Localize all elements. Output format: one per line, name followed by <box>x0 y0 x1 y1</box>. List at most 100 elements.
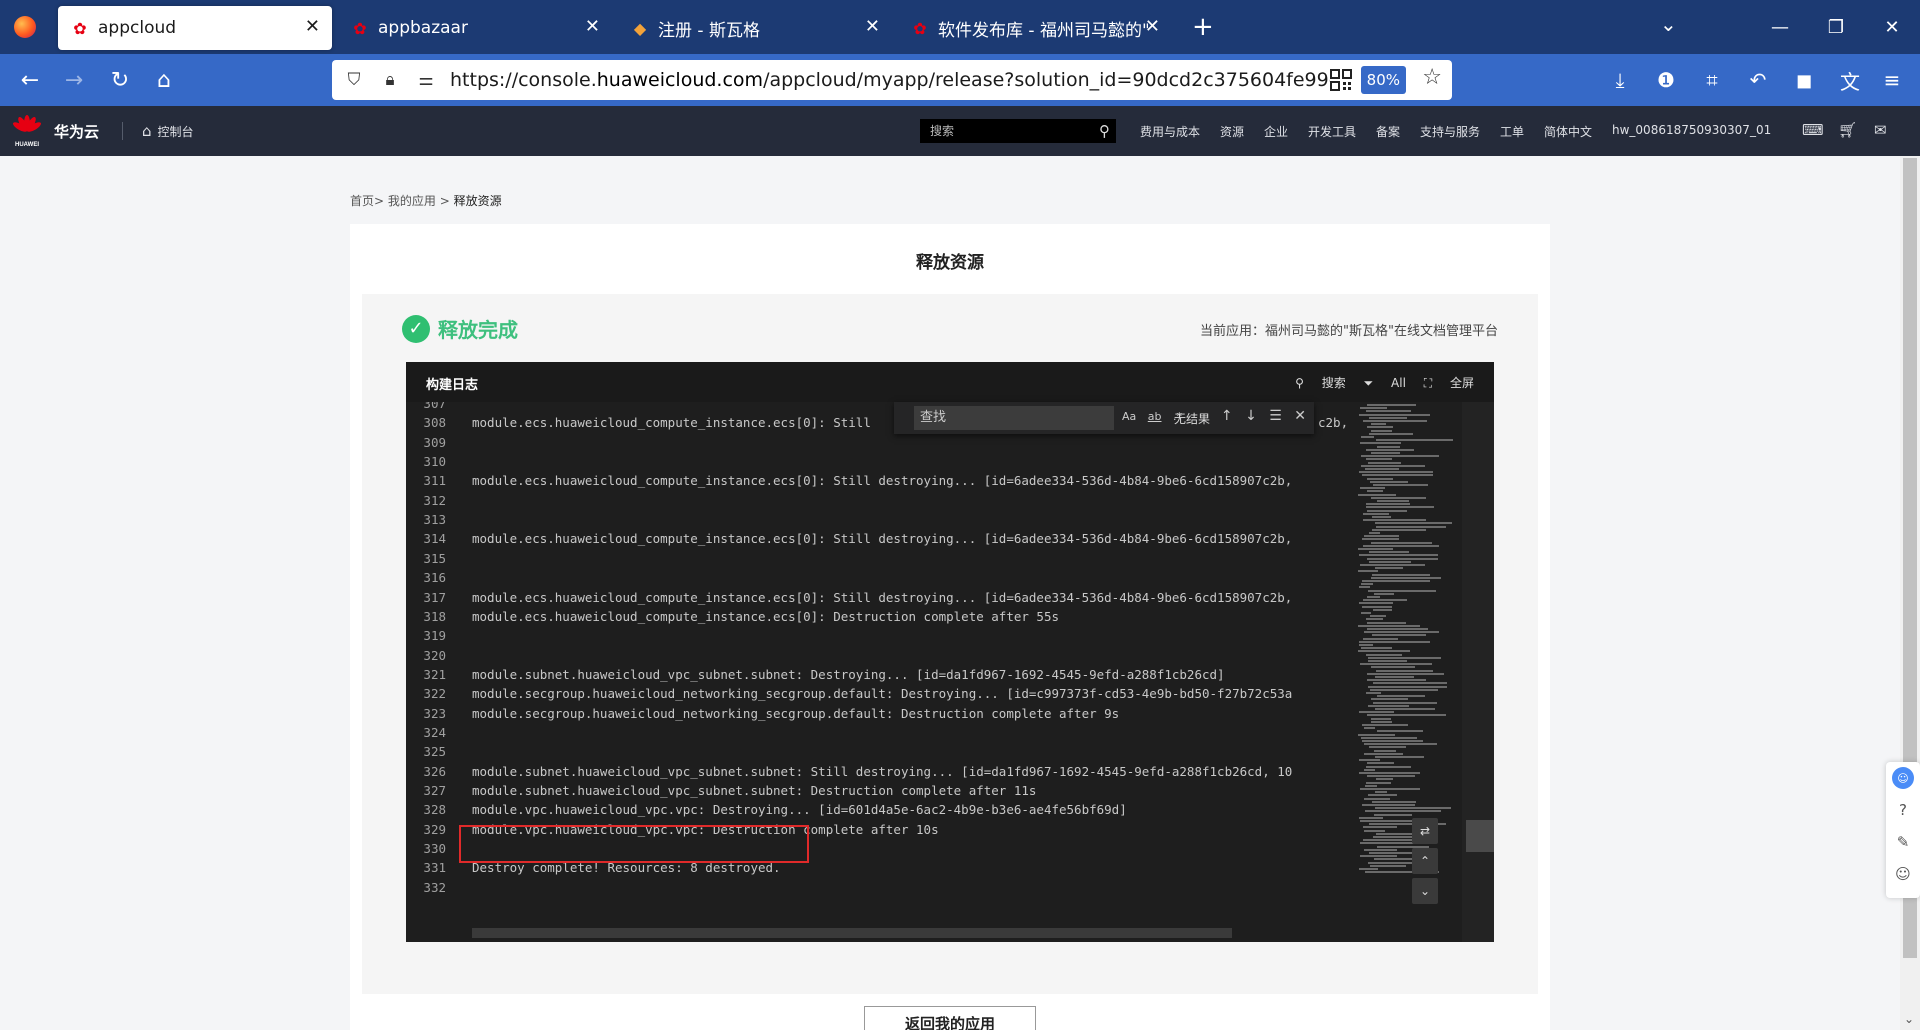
minimap-line <box>1359 711 1394 714</box>
minimap-line <box>1366 765 1411 768</box>
minimap-line <box>1359 471 1433 474</box>
tab-appcloud[interactable]: ✿ appcloud ✕ <box>58 6 332 50</box>
menu-account[interactable]: hw_008618750930307_01 <box>1612 123 1771 137</box>
breadcrumb-home[interactable]: 首页> <box>350 194 384 208</box>
huawei-logo-icon[interactable]: HUAWEI <box>12 114 42 148</box>
customer-service-icon[interactable]: ☺ <box>1886 762 1920 794</box>
line-number: 326 <box>423 763 446 779</box>
shield-icon[interactable]: ⛉ <box>340 66 368 94</box>
help-icon[interactable]: ? <box>1886 794 1920 826</box>
minimap-line <box>1375 807 1451 810</box>
log-fullscreen-button[interactable]: ⛶ 全屏 <box>1424 376 1474 390</box>
log-line: 309 <box>406 435 1346 454</box>
menu-resources[interactable]: 资源 <box>1220 123 1244 140</box>
minimap-line <box>1367 509 1407 512</box>
menu-support[interactable]: 支持与服务 <box>1420 123 1480 140</box>
menu-language[interactable]: 简体中文 <box>1544 123 1592 140</box>
smile-icon[interactable]: ☺ <box>1886 858 1920 890</box>
log-scrollbar-thumb[interactable] <box>1466 820 1494 852</box>
screenshot-crop-icon[interactable]: ⌗ <box>1696 64 1728 96</box>
page-scrollbar[interactable]: ⌄ <box>1900 156 1920 1030</box>
log-filter-button[interactable]: ⏷ All <box>1364 376 1406 390</box>
menu-billing[interactable]: 费用与成本 <box>1140 123 1200 140</box>
close-find-icon[interactable]: ✕ <box>1294 408 1306 424</box>
restore-icon[interactable]: ❐ <box>1808 0 1864 54</box>
minimap-line <box>1368 660 1407 662</box>
close-icon[interactable]: ✕ <box>1145 17 1160 37</box>
minimap-line <box>1358 570 1378 573</box>
mail-icon[interactable]: ✉ <box>1874 121 1887 139</box>
menu-enterprise[interactable]: 企业 <box>1264 123 1288 140</box>
reload-icon[interactable]: ↻ <box>104 64 136 96</box>
close-icon[interactable]: ✕ <box>585 17 600 37</box>
wrap-toggle-icon[interactable]: ⇄ <box>1412 818 1438 844</box>
find-input[interactable]: 查找 <box>914 406 1114 430</box>
window-close-icon[interactable]: ✕ <box>1864 0 1920 54</box>
minimap-line <box>1366 692 1381 694</box>
feedback-icon[interactable]: ✎ <box>1886 826 1920 858</box>
log-search-button[interactable]: ⚲ 搜索 <box>1295 376 1346 390</box>
lock-icon[interactable]: 🔒︎ <box>376 66 404 94</box>
check-circle-icon: ✓ <box>402 314 430 343</box>
brand-name[interactable]: 华为云 <box>54 121 99 142</box>
url-text[interactable]: https://console.huaweicloud.com/appcloud… <box>450 69 1330 91</box>
minimap-line <box>1371 496 1426 499</box>
minimap-line <box>1374 749 1396 752</box>
scroll-down-icon[interactable]: ⌄ <box>1412 878 1438 904</box>
scroll-down-icon[interactable]: ⌄ <box>1904 1012 1914 1026</box>
password-manager-icon[interactable]: ❶ <box>1650 64 1682 96</box>
release-status: ✓ 释放完成 <box>402 314 518 343</box>
address-bar[interactable]: ⛉ 🔒︎ ⚌ https://console.huaweicloud.com/a… <box>332 60 1452 100</box>
line-number: 329 <box>423 821 446 837</box>
permissions-icon[interactable]: ⚌ <box>412 66 440 94</box>
translate-icon[interactable]: 文 <box>1834 64 1866 96</box>
qr-code-icon[interactable] <box>1330 69 1352 91</box>
minimize-icon[interactable]: — <box>1752 0 1808 54</box>
terminal-icon[interactable]: ⌨ <box>1802 121 1824 139</box>
bookmark-star-icon[interactable]: ☆ <box>1422 65 1442 90</box>
console-link[interactable]: ⌂ 控制台 <box>142 122 194 140</box>
log-line: 315 <box>406 551 1346 570</box>
tab-appbazaar[interactable]: ✿ appbazaar ✕ <box>338 6 612 50</box>
minimap-line <box>1360 788 1420 790</box>
close-icon[interactable]: ✕ <box>305 17 320 37</box>
minimap-line <box>1377 695 1425 698</box>
forward-icon[interactable]: → <box>58 64 90 96</box>
tab-software-release[interactable]: ✿ 软件发布库 - 福州司马懿的"斯瓦 ✕ <box>898 6 1172 50</box>
menu-tickets[interactable]: 工单 <box>1500 123 1524 140</box>
minimap-line <box>1371 698 1408 701</box>
home-icon[interactable]: ⌂ <box>148 64 180 96</box>
minimap-line <box>1361 436 1374 438</box>
tab-swagger-register[interactable]: ◆ 注册 - 斯瓦格 ✕ <box>618 6 892 50</box>
search-icon[interactable]: ⚲ <box>1099 119 1110 143</box>
zoom-level-badge[interactable]: 80% <box>1360 66 1406 94</box>
back-to-my-apps-button[interactable]: 返回我的应用 <box>864 1006 1036 1030</box>
previous-match-icon[interactable]: ↑ <box>1221 408 1233 424</box>
firefox-icon[interactable] <box>0 0 50 54</box>
minimap-line <box>1360 407 1387 410</box>
close-icon[interactable]: ✕ <box>865 17 880 37</box>
log-horizontal-scrollbar[interactable] <box>472 928 1232 938</box>
menu-dev-tools[interactable]: 开发工具 <box>1308 123 1356 140</box>
code-minimap[interactable] <box>1350 402 1462 902</box>
download-icon[interactable]: ⤓ <box>1604 64 1636 96</box>
minimap-line <box>1364 631 1439 634</box>
tab-list-chevron-icon[interactable]: ⌄ <box>1660 12 1677 36</box>
header-search-input[interactable]: 搜索 ⚲ <box>920 119 1116 143</box>
match-case-icon[interactable]: Aa <box>1122 410 1136 423</box>
log-scrollbar[interactable] <box>1462 402 1494 942</box>
back-icon[interactable]: ← <box>14 64 46 96</box>
minimap-line <box>1375 522 1452 525</box>
menu-filing[interactable]: 备案 <box>1376 123 1400 140</box>
scroll-up-icon[interactable]: ⌃ <box>1412 848 1438 874</box>
log-line: 327 module.subnet.huaweicloud_vpc_subnet.… <box>406 783 1346 802</box>
new-tab-button[interactable]: + <box>1192 12 1214 42</box>
menu-icon[interactable]: ≡ <box>1876 64 1908 96</box>
cart-icon[interactable]: 🛒︎ <box>1838 121 1857 139</box>
find-in-selection-icon[interactable]: ☰ <box>1269 408 1282 424</box>
undo-icon[interactable]: ↶ <box>1742 64 1774 96</box>
next-match-icon[interactable]: ↓ <box>1245 408 1257 424</box>
extension-icon[interactable]: ◼ <box>1788 64 1820 96</box>
breadcrumb-myapps[interactable]: 我的应用 <box>388 194 436 208</box>
match-word-icon[interactable]: ab <box>1148 410 1162 423</box>
